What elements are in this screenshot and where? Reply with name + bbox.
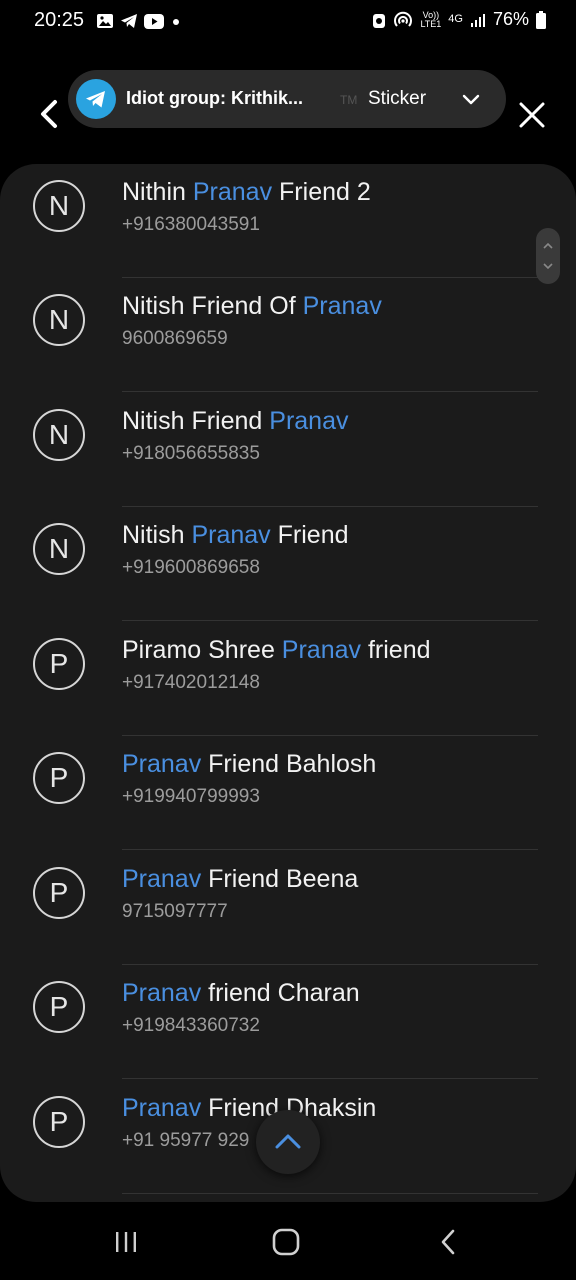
contact-phone: +919940799993: [122, 786, 260, 807]
volte-indicator: Vo)) LTE1: [420, 9, 442, 29]
avatar: N: [33, 294, 85, 346]
chat-selector[interactable]: Idiot group: Krithik... TM Sticker: [68, 70, 506, 128]
contact-row[interactable]: N Nithin Pranav Friend 2 +916380043591: [0, 164, 576, 278]
divider: [122, 1193, 538, 1194]
contact-phone: +918056655835: [122, 443, 260, 464]
notification-icons: [96, 11, 182, 31]
contact-row[interactable]: N Nitish Pranav Friend +919600869658: [0, 507, 576, 621]
chevron-down-icon[interactable]: [460, 88, 482, 110]
contact-row[interactable]: N Nitish Friend Of Pranav 9600869659: [0, 278, 576, 392]
sticker-label: Sticker: [368, 88, 427, 109]
header: Idiot group: Krithik... TM Sticker: [0, 42, 576, 162]
tm-label: TM: [340, 93, 358, 107]
gallery-icon: [97, 14, 113, 28]
telegram-icon: [121, 14, 137, 28]
divider: [122, 620, 538, 621]
contact-phone: +919600869658: [122, 557, 260, 578]
contact-phone: +916380043591: [122, 214, 260, 235]
status-bar: 20:25 Vo)) LTE1 4G 76%: [0, 0, 576, 42]
contact-list[interactable]: N Nithin Pranav Friend 2 +916380043591 N…: [0, 164, 576, 1202]
contact-row[interactable]: P Pranav Friend Bahlosh +919940799993: [0, 736, 576, 850]
contact-phone: +91 95977 929: [122, 1130, 250, 1151]
battery-percent: 76%: [492, 9, 529, 29]
contact-name: Nitish Pranav Friend: [122, 521, 349, 549]
status-right: Vo)) LTE1 4G 76%: [372, 9, 546, 30]
contact-name: Piramo Shree Pranav friend: [122, 636, 431, 664]
telegram-app-icon: [76, 79, 116, 119]
avatar: P: [33, 867, 85, 919]
contact-phone: 9600869659: [122, 328, 228, 349]
contact-name: Pranav Friend Dhaksin: [122, 1094, 377, 1122]
hotspot-icon: [394, 11, 413, 27]
contact-name: Nithin Pranav Friend 2: [122, 178, 371, 206]
avatar: N: [33, 523, 85, 575]
avatar: N: [33, 180, 85, 232]
avatar: P: [33, 752, 85, 804]
recent-apps-icon[interactable]: [112, 1230, 140, 1254]
contact-name: Nitish Friend Of Pranav: [122, 292, 382, 320]
signal-icon: [470, 13, 485, 27]
chat-title: Idiot group: Krithik...: [126, 88, 303, 108]
home-icon[interactable]: [272, 1228, 300, 1256]
contact-phone: +917402012148: [122, 672, 260, 693]
divider: [122, 849, 538, 850]
contact-row[interactable]: P Pranav Friend Beena 9715097777: [0, 851, 576, 965]
contact-name: Pranav friend Charan: [122, 979, 360, 1007]
contact-name: Pranav Friend Beena: [122, 865, 359, 893]
network-type: 4G: [448, 13, 463, 25]
contact-row[interactable]: P Pranav friend Charan +919843360732: [0, 965, 576, 1079]
scroll-to-top-button[interactable]: [256, 1110, 320, 1174]
close-icon[interactable]: [514, 94, 550, 134]
status-time: 20:25: [34, 9, 85, 31]
avatar: P: [33, 1096, 85, 1148]
contact-row[interactable]: N Nitish Friend Pranav +918056655835: [0, 393, 576, 507]
dot-icon: [173, 19, 179, 25]
chevron-up-icon: [275, 1134, 301, 1149]
contact-phone: +919843360732: [122, 1015, 260, 1036]
system-nav-bar: [0, 1202, 576, 1280]
nav-back-icon[interactable]: [438, 1228, 458, 1256]
contact-row[interactable]: P Piramo Shree Pranav friend +9174020121…: [0, 622, 576, 736]
battery-icon: [536, 10, 546, 29]
contact-phone: 9715097777: [122, 901, 228, 922]
youtube-icon: [144, 13, 164, 29]
contact-name: Pranav Friend Bahlosh: [122, 750, 377, 778]
avatar: N: [33, 409, 85, 461]
back-arrow-icon[interactable]: [33, 94, 69, 134]
divider: [122, 1078, 538, 1079]
avatar: P: [33, 638, 85, 690]
contact-name: Nitish Friend Pranav: [122, 407, 349, 435]
avatar: P: [33, 981, 85, 1033]
nfc-icon: [373, 13, 386, 28]
fast-scroll-handle[interactable]: [536, 228, 560, 284]
divider: [122, 391, 538, 392]
